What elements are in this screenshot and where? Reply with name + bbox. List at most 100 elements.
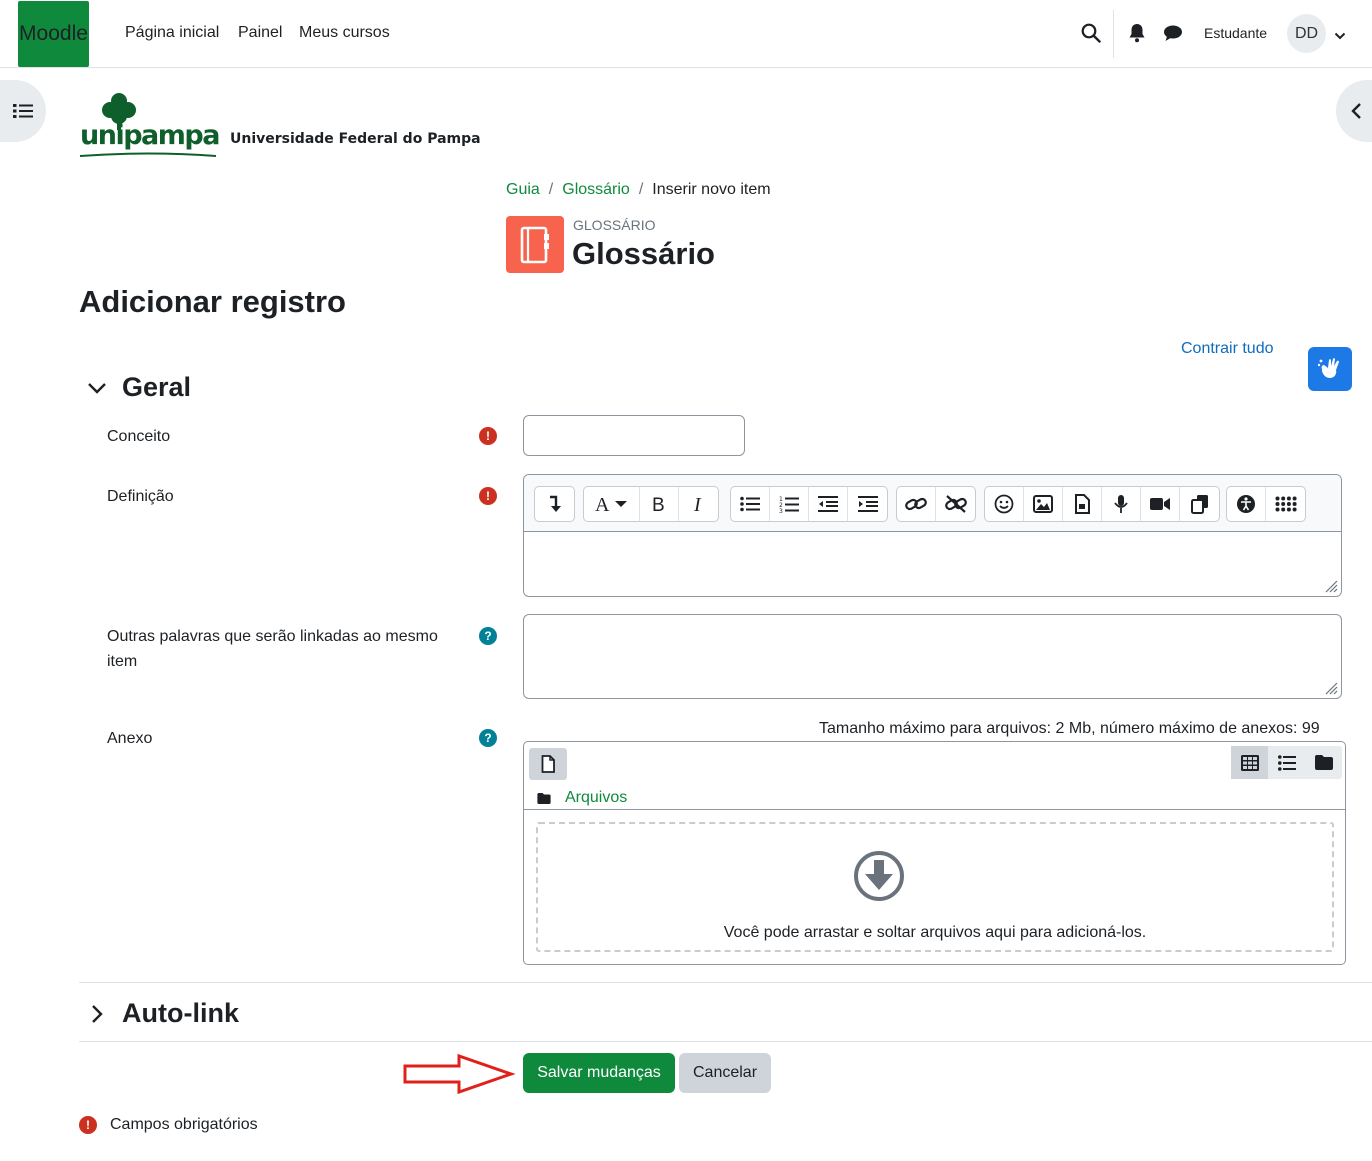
section-general-title: Geral <box>122 372 192 402</box>
section-general-header[interactable]: Geral <box>86 372 191 403</box>
indent-icon <box>857 496 878 512</box>
chevron-right-icon <box>92 1004 103 1023</box>
page-title: Adicionar registro <box>79 284 346 319</box>
definition-content-area[interactable] <box>524 532 1341 596</box>
nav-link-home[interactable]: Página inicial <box>125 24 219 42</box>
bold-button[interactable]: B <box>640 487 679 521</box>
toolbar-group-expand <box>534 486 575 522</box>
aliases-label: Outras palavras que serão linkadas ao me… <box>107 628 438 670</box>
block-drawer-toggle[interactable] <box>1336 80 1372 142</box>
manage-files-button[interactable] <box>1180 487 1219 521</box>
expand-toolbar-icon <box>549 495 561 512</box>
font-style-icon: A <box>595 495 627 513</box>
breadcrumb-glossario[interactable]: Glossário <box>562 181 630 199</box>
font-style-button[interactable]: A <box>584 487 640 521</box>
breadcrumb-guia[interactable]: Guia <box>506 181 540 199</box>
emoji-icon <box>994 494 1014 514</box>
add-file-button[interactable] <box>529 748 567 780</box>
toolbar-group-style: A B I <box>583 486 719 522</box>
concept-label: Conceito <box>107 428 171 445</box>
cancel-button[interactable]: Cancelar <box>679 1053 771 1093</box>
file-dropzone[interactable]: Você pode arrastar e soltar arquivos aqu… <box>536 822 1334 952</box>
indent-button[interactable] <box>848 487 887 521</box>
file-manager: Arquivos Você pode arrastar e soltar arq… <box>523 741 1346 965</box>
concept-input[interactable] <box>523 415 745 456</box>
logo-wordmark: unipampa <box>80 120 220 151</box>
logo-subtitle: Universidade Federal do Pampa <box>230 131 481 147</box>
emoji-button[interactable] <box>985 487 1024 521</box>
help-icon[interactable]: ? <box>479 729 497 747</box>
download-arrow-icon <box>854 851 904 901</box>
media-file-button[interactable] <box>1063 487 1102 521</box>
dropzone-text: Você pode arrastar e soltar arquivos aqu… <box>723 924 1147 941</box>
copy-files-icon <box>1190 495 1208 514</box>
toolbar-group-links <box>896 486 976 522</box>
svg-text:B: B <box>652 495 665 513</box>
view-icons-button[interactable] <box>1231 746 1268 779</box>
required-fields-text: Campos obrigatórios <box>110 1116 258 1133</box>
required-fields-note: ! Campos obrigatórios <box>79 1116 258 1134</box>
accessibility-checker-button[interactable] <box>1227 487 1266 521</box>
attachment-label: Anexo <box>107 730 153 747</box>
chat-icon[interactable] <box>1162 22 1184 44</box>
unordered-list-button[interactable] <box>731 487 770 521</box>
annotation-arrow-icon <box>403 1053 515 1095</box>
unlink-button[interactable] <box>936 487 975 521</box>
brand-logo[interactable]: Moodle <box>18 1 89 67</box>
definition-label: Definição <box>107 488 174 505</box>
record-audio-button[interactable] <box>1102 487 1141 521</box>
search-icon[interactable] <box>1080 22 1102 44</box>
more-tools-button[interactable] <box>1266 487 1305 521</box>
resize-grip-icon[interactable] <box>1324 579 1338 593</box>
definition-editor: A B I 123 <box>523 474 1342 597</box>
grid-view-icon <box>1240 754 1259 771</box>
save-button[interactable]: Salvar mudanças <box>523 1053 675 1093</box>
collapse-all-link[interactable]: Contrair tudo <box>1181 340 1274 358</box>
chevron-down-icon[interactable] <box>1334 28 1346 46</box>
bullet-list-icon <box>740 496 760 512</box>
breadcrumb: Guia / Glossário / Inserir novo item <box>506 181 771 199</box>
path-root-link[interactable]: Arquivos <box>565 789 627 807</box>
toolbar-group-media <box>984 486 1220 522</box>
file-icon <box>541 755 555 773</box>
view-list-button[interactable] <box>1268 746 1305 779</box>
video-camera-icon <box>1150 498 1170 510</box>
toolbar-toggle-button[interactable] <box>535 487 574 521</box>
section-autolink-title: Auto-link <box>122 998 239 1028</box>
section-autolink-header[interactable]: Auto-link <box>86 998 239 1029</box>
ordered-list-button[interactable]: 123 <box>770 487 809 521</box>
grid-dots-icon <box>1275 496 1297 512</box>
list-icon <box>13 104 33 118</box>
institution-logo: unipampa Universidade Federal do Pampa <box>54 82 494 172</box>
file-limits-text: Tamanho máximo para arquivos: 2 Mb, núme… <box>819 720 1320 737</box>
toolbar-group-accessibility <box>1226 486 1306 522</box>
svg-text:A: A <box>595 495 610 513</box>
italic-icon: I <box>693 495 702 513</box>
folder-icon <box>537 792 551 804</box>
user-name[interactable]: Estudante <box>1204 25 1267 41</box>
course-index-toggle[interactable] <box>0 80 46 142</box>
toolbar-group-lists: 123 <box>730 486 888 522</box>
view-tree-button[interactable] <box>1305 746 1342 779</box>
link-button[interactable] <box>897 487 936 521</box>
bell-icon[interactable] <box>1126 22 1148 44</box>
bold-icon: B <box>652 495 665 513</box>
glossary-icon <box>506 216 564 273</box>
required-icon: ! <box>79 1116 97 1134</box>
sign-language-button[interactable] <box>1308 347 1352 391</box>
breadcrumb-separator: / <box>548 181 554 198</box>
breadcrumb-current: Inserir novo item <box>652 181 771 198</box>
nav-link-my-courses[interactable]: Meus cursos <box>299 24 390 42</box>
record-video-button[interactable] <box>1141 487 1180 521</box>
avatar[interactable]: DD <box>1287 14 1326 53</box>
help-icon[interactable]: ? <box>479 627 497 645</box>
outdent-button[interactable] <box>809 487 848 521</box>
resize-grip-icon[interactable] <box>1324 681 1338 695</box>
link-icon <box>905 497 927 511</box>
nav-link-dashboard[interactable]: Painel <box>238 24 282 42</box>
outdent-icon <box>818 496 838 512</box>
sign-language-icon <box>1317 358 1339 378</box>
image-button[interactable] <box>1024 487 1063 521</box>
aliases-textarea[interactable] <box>523 614 1342 699</box>
italic-button[interactable]: I <box>679 487 718 521</box>
